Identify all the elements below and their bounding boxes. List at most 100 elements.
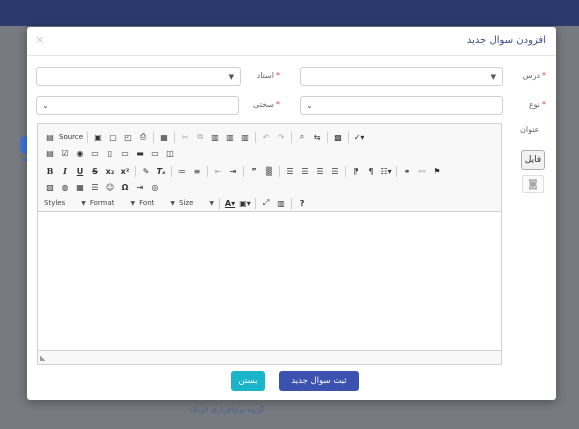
- required-mark: *: [542, 71, 546, 80]
- paste-text-icon[interactable]: ▥: [224, 131, 236, 143]
- spellcheck-icon[interactable]: ✓▾: [353, 131, 365, 143]
- link-icon[interactable]: ⚭: [401, 165, 413, 177]
- camera-icon[interactable]: ◙: [522, 175, 544, 193]
- outdent-icon[interactable]: ⇤: [212, 165, 224, 177]
- dropdown-arrow-icon: ▼: [170, 199, 176, 207]
- smiley-icon[interactable]: ☺: [104, 181, 116, 193]
- table-icon[interactable]: ▦: [74, 181, 86, 193]
- hidden-field-icon[interactable]: ◫: [164, 147, 176, 159]
- new-page-icon[interactable]: ▢: [107, 131, 119, 143]
- format-combo[interactable]: Format ▼: [90, 197, 135, 209]
- underline-icon[interactable]: U: [74, 165, 86, 177]
- unlink-icon[interactable]: ⚯: [416, 165, 428, 177]
- show-blocks-icon[interactable]: ▥: [275, 197, 287, 209]
- align-right-icon[interactable]: ☰: [314, 165, 326, 177]
- numbered-list-icon[interactable]: ≔: [176, 165, 188, 177]
- styles-combo[interactable]: Styles ▼: [44, 197, 86, 209]
- header-divider: [27, 55, 556, 56]
- ltr-icon[interactable]: ⁋: [350, 165, 362, 177]
- bullet-list-icon[interactable]: ≡: [191, 165, 203, 177]
- superscript-icon[interactable]: x²: [119, 165, 131, 177]
- difficulty-select[interactable]: ⌄: [36, 96, 239, 115]
- button-field-icon[interactable]: ▬: [134, 147, 146, 159]
- submit-question-button[interactable]: ثبت سوال جدید: [279, 371, 359, 391]
- close-button[interactable]: بستن: [231, 371, 265, 391]
- paste-word-icon[interactable]: ▥: [239, 131, 251, 143]
- dropdown-arrow-icon: ▼: [130, 199, 136, 207]
- background-top-bar: [0, 0, 579, 26]
- textfield-icon[interactable]: ▭: [89, 147, 101, 159]
- bold-icon[interactable]: B: [44, 165, 56, 177]
- save-icon[interactable]: ▣: [92, 131, 104, 143]
- add-question-modal: × افزودن سوال جدید *درس ▼ *استاد ▼ *نوع …: [27, 27, 556, 400]
- chevron-down-icon: ⌄: [306, 101, 313, 110]
- copy-format-icon[interactable]: ✎: [140, 165, 152, 177]
- page-break-icon[interactable]: ⇥: [134, 181, 146, 193]
- italic-icon[interactable]: I: [59, 165, 71, 177]
- background-footer-text: گروه نرم‌افزاری اترنک: [190, 405, 265, 414]
- preview-icon[interactable]: ◰: [122, 131, 134, 143]
- chevron-down-icon: ⌄: [42, 101, 49, 110]
- print-icon[interactable]: ⎙: [137, 131, 149, 143]
- dropdown-arrow-icon: ▼: [228, 73, 234, 81]
- horizontal-line-icon[interactable]: ☰: [89, 181, 101, 193]
- remove-format-icon[interactable]: Tₓ: [155, 165, 167, 177]
- redo-icon[interactable]: ↷: [275, 131, 287, 143]
- cut-icon[interactable]: ✂: [179, 131, 191, 143]
- select-all-icon[interactable]: ▩: [332, 131, 344, 143]
- align-left-icon[interactable]: ☰: [284, 165, 296, 177]
- teacher-label: *استاد: [256, 71, 280, 80]
- strikethrough-icon[interactable]: S: [89, 165, 101, 177]
- modal-title: افزودن سوال جدید: [466, 35, 546, 46]
- resize-handle-icon[interactable]: ◣: [40, 354, 45, 362]
- textarea-icon[interactable]: ▯: [104, 147, 116, 159]
- maximize-icon[interactable]: ⤢: [260, 197, 272, 209]
- rtl-icon[interactable]: ¶: [365, 165, 377, 177]
- close-icon[interactable]: ×: [35, 33, 44, 46]
- find-icon[interactable]: ⌕: [296, 131, 308, 143]
- undo-icon[interactable]: ↶: [260, 131, 272, 143]
- lesson-label: *درس: [522, 71, 546, 80]
- paste-icon[interactable]: ▥: [209, 131, 221, 143]
- dropdown-arrow-icon: ▼: [209, 199, 215, 207]
- subscript-icon[interactable]: x₂: [104, 165, 116, 177]
- copy-icon[interactable]: ⧉: [194, 131, 206, 143]
- size-combo[interactable]: Size ▼: [179, 197, 214, 209]
- lesson-select[interactable]: ▼: [300, 67, 503, 86]
- div-container-icon[interactable]: ▒: [263, 165, 275, 177]
- type-select[interactable]: ⌄: [300, 96, 503, 115]
- anchor-flag-icon[interactable]: ⚑: [431, 165, 443, 177]
- background-color-icon[interactable]: ▣▾: [239, 197, 251, 209]
- source-button[interactable]: Source: [59, 131, 83, 143]
- blockquote-icon[interactable]: ”: [248, 165, 260, 177]
- language-icon[interactable]: ☷▾: [380, 165, 392, 177]
- type-label: *نوع: [528, 100, 546, 109]
- required-mark: *: [276, 71, 280, 80]
- image-button-icon[interactable]: ▭: [149, 147, 161, 159]
- title-label: عنوان: [520, 125, 540, 134]
- align-center-icon[interactable]: ☰: [299, 165, 311, 177]
- justify-icon[interactable]: ☰: [329, 165, 341, 177]
- editor-content-area[interactable]: [38, 213, 501, 345]
- form-icon[interactable]: ▤: [44, 147, 56, 159]
- dropdown-arrow-icon: ▼: [81, 199, 86, 207]
- checkbox-icon[interactable]: ☑: [59, 147, 71, 159]
- dropdown-arrow-icon: ▼: [490, 73, 496, 81]
- teacher-select[interactable]: ▼: [36, 67, 241, 86]
- required-mark: *: [542, 100, 546, 109]
- radio-icon[interactable]: ◉: [74, 147, 86, 159]
- image-icon[interactable]: ▨: [44, 181, 56, 193]
- iframe-icon[interactable]: ◎: [149, 181, 161, 193]
- required-mark: *: [276, 100, 280, 109]
- replace-icon[interactable]: ⇆: [311, 131, 323, 143]
- help-icon[interactable]: ?: [296, 197, 308, 209]
- font-combo[interactable]: Font ▼: [139, 197, 175, 209]
- file-button[interactable]: فایل: [521, 150, 545, 170]
- source-icon[interactable]: ▤: [44, 131, 56, 143]
- flash-icon[interactable]: ◍: [59, 181, 71, 193]
- text-color-icon[interactable]: A▾: [224, 197, 236, 209]
- templates-icon[interactable]: ▦: [158, 131, 170, 143]
- special-char-icon[interactable]: Ω: [119, 181, 131, 193]
- select-field-icon[interactable]: ▭: [119, 147, 131, 159]
- indent-icon[interactable]: ⇥: [227, 165, 239, 177]
